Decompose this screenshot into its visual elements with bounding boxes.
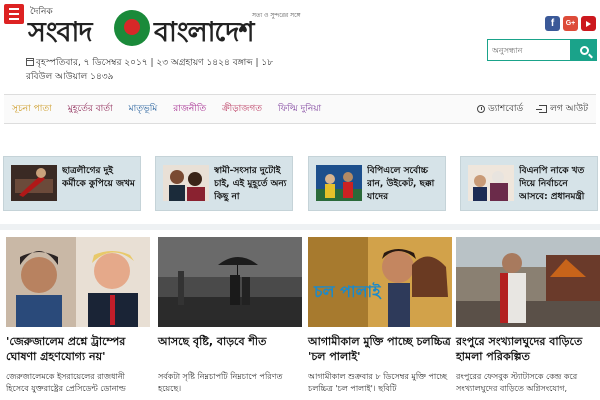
logout-icon	[536, 105, 548, 113]
news-title[interactable]: আসছে বৃষ্টি, বাড়বে শীত	[158, 334, 302, 349]
main-nav: সূচনা পাতা মুহূর্তের বার্তা মাতৃভূমি রাজ…	[4, 94, 596, 124]
nav-item-latest[interactable]: মুহূর্তের বার্তা	[60, 94, 121, 124]
ticker-card[interactable]: স্বামী-সংসার দুটোই চাই, এই মুহূর্তে অন্য…	[155, 156, 293, 211]
news-image	[158, 237, 302, 327]
news-card[interactable]: আসছে বৃষ্টি, বাড়বে শীত সর্বকটা সৃষ্টি ন…	[158, 237, 302, 400]
news-card[interactable]: 'জেরুজালেম প্রশ্নে ট্রাম্পের ঘোষণা গ্রহণ…	[6, 237, 150, 400]
news-card[interactable]: চল পালাই আগামীকাল মুক্তি পাচ্ছে চলচ্চিত্…	[308, 237, 452, 400]
logo-left-text: সংবাদ	[28, 17, 92, 48]
ticker-card[interactable]: ছাত্রলীগের দুই কর্মীকে কুপিয়ে জখম	[3, 156, 141, 211]
dashboard-icon	[477, 105, 486, 113]
ticker-card[interactable]: বিপিএলে সর্বোচ্চ রান, উইকেট, ছক্কা যাদের	[308, 156, 446, 211]
search-input[interactable]	[487, 39, 571, 61]
news-summary: সর্বকটা সৃষ্টি নিম্নচাপটি নিম্নচাপে পরিণ…	[158, 372, 283, 393]
nav-item-politics[interactable]: রাজনীতি	[165, 94, 214, 124]
news-thumbnail	[163, 165, 209, 201]
news-title[interactable]: রংপুরে সংখ্যালঘুদের বাড়িতে হামলা পরিকল্…	[456, 334, 600, 364]
news-summary: জেরুজালেমকে ইসরায়েলের রাজধানী হিসেবে যু…	[6, 372, 126, 393]
google-plus-icon[interactable]: G+	[563, 16, 578, 31]
news-image	[456, 237, 600, 327]
logo-right-text: বাংলাদেশ	[154, 17, 254, 48]
news-title[interactable]: 'জেরুজালেম প্রশ্নে ট্রাম্পের ঘোষণা গ্রহণ…	[6, 334, 150, 364]
nav-item-motherland[interactable]: মাতৃভূমি	[121, 94, 166, 124]
page: দৈনিক সংবাদ বাংলাদেশ সত্য ও সুন্দরের সঙ্…	[0, 0, 600, 400]
news-title[interactable]: আগামীকাল মুক্তি পাচ্ছে চলচ্চিত্র 'চল পাল…	[308, 334, 452, 364]
nav-item-sports[interactable]: ক্রীড়াজগত	[214, 94, 270, 124]
ticker-headline: স্বামী-সংসার দুটোই চাই, এই মুহূর্তে অন্য…	[214, 166, 287, 202]
nav-item-film[interactable]: ফিল্মি দুনিয়া	[270, 94, 329, 124]
date-text: বৃহস্পতিবার, ৭ ডিসেম্বর ২০১৭ | ২৩ অগ্রহা…	[26, 58, 274, 82]
news-image: চল পালাই	[308, 237, 452, 327]
date-line: বৃহস্পতিবার, ৭ ডিসেম্বর ২০১৭ | ২৩ অগ্রহা…	[26, 56, 286, 84]
ticker-headline: ছাত্রলীগের দুই কর্মীকে কুপিয়ে জখম	[62, 166, 135, 189]
hamburger-menu-button[interactable]	[4, 4, 24, 24]
dashboard-label: ড্যাশবোর্ড	[488, 104, 524, 114]
social-links: f G+	[545, 16, 596, 31]
ticker-headline: বিপিএলে সর্বোচ্চ রান, উইকেট, ছক্কা যাদের	[367, 166, 435, 202]
site-header: দৈনিক সংবাদ বাংলাদেশ সত্য ও সুন্দরের সঙ্…	[0, 0, 600, 90]
calendar-icon	[26, 58, 34, 66]
logout-label: লগ আউট	[550, 104, 588, 114]
menu-bar-icon	[9, 8, 19, 10]
nav-user-links: ড্যাশবোর্ড লগ আউট	[469, 94, 596, 124]
menu-bar-icon	[9, 18, 19, 20]
search-icon	[579, 45, 589, 55]
facebook-icon[interactable]: f	[545, 16, 560, 31]
site-logo[interactable]: দৈনিক সংবাদ বাংলাদেশ সত্য ও সুন্দরের সঙ্…	[28, 4, 301, 50]
search-button[interactable]	[571, 39, 597, 61]
svg-text:চল পালাই: চল পালাই	[313, 282, 382, 301]
menu-bar-icon	[9, 13, 19, 15]
dashboard-link[interactable]: ড্যাশবোর্ড	[469, 94, 531, 124]
bangladesh-map-icon	[114, 10, 150, 46]
search-bar	[487, 39, 597, 61]
news-summary: আগামীকাল শুক্রবার ৮ ডিসেম্বর মুক্তি পাচ্…	[308, 372, 447, 393]
youtube-icon[interactable]	[581, 16, 596, 31]
news-thumbnail	[11, 165, 57, 201]
section-divider	[0, 224, 600, 230]
news-thumbnail	[316, 165, 362, 201]
ticker-headline: বিএনপি নাকে খত দিয়ে নির্বাচনে আসবে: প্র…	[519, 166, 585, 202]
logo-tagline: সত্য ও সুন্দরের সঙ্গে	[252, 12, 301, 19]
news-summary: রংপুরের ফেসবুক স্ট্যাটাসকে কেন্দ্র করে স…	[456, 372, 578, 393]
headline-ticker: ছাত্রলীগের দুই কর্মীকে কুপিয়ে জখম স্বাম…	[0, 156, 600, 212]
nav-item-home[interactable]: সূচনা পাতা	[4, 94, 60, 124]
logout-link[interactable]: লগ আউট	[531, 94, 596, 124]
news-thumbnail	[468, 165, 514, 201]
news-card[interactable]: রংপুরে সংখ্যালঘুদের বাড়িতে হামলা পরিকল্…	[456, 237, 600, 400]
news-image	[6, 237, 150, 327]
ticker-card[interactable]: বিএনপি নাকে খত দিয়ে নির্বাচনে আসবে: প্র…	[460, 156, 598, 211]
